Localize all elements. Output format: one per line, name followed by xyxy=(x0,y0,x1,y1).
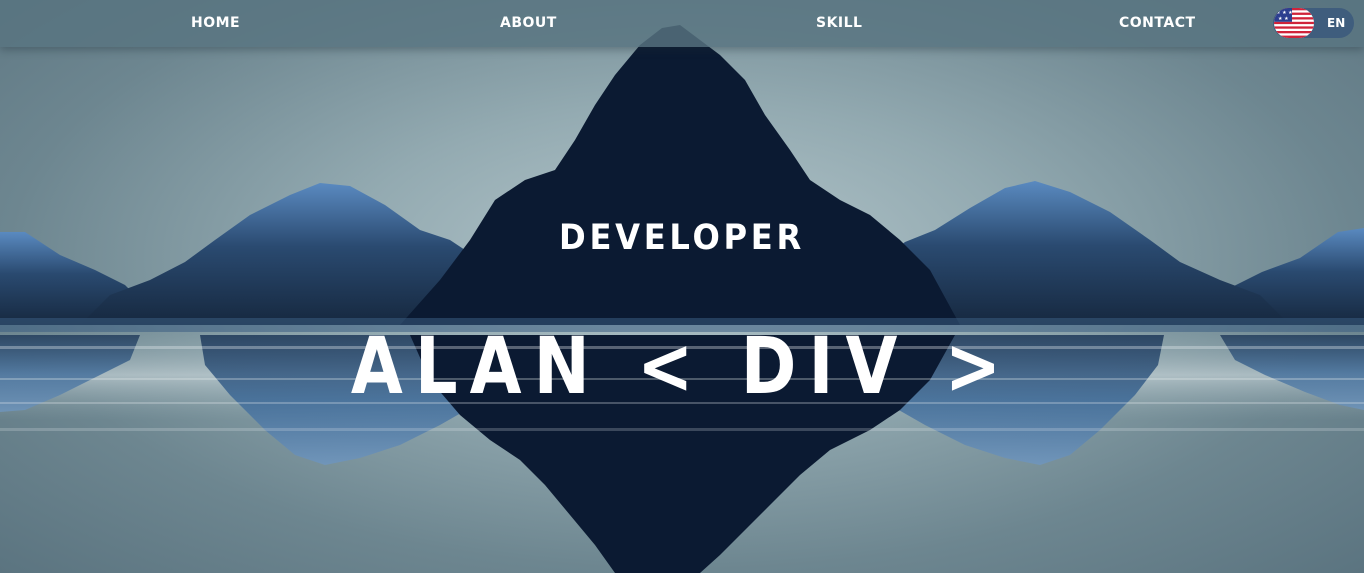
nav-contact-link[interactable]: CONTACT xyxy=(1119,0,1196,46)
nav-skill-link[interactable]: SKILL xyxy=(816,0,862,46)
language-toggle[interactable]: ★ ★ ★ ★ ★ EN xyxy=(1273,8,1354,38)
svg-text:★ ★: ★ ★ xyxy=(1278,16,1289,22)
nav-home-link[interactable]: HOME xyxy=(191,0,240,46)
hero-title: ALAN < DIV > xyxy=(350,322,1014,412)
hero-subtitle: DEVELOPER xyxy=(559,218,805,258)
page: HOME ABOUT SKILL CONTACT ★ ★ ★ ★ ★ EN DE… xyxy=(0,0,1364,573)
nav-about-link[interactable]: ABOUT xyxy=(500,0,557,46)
top-navbar: HOME ABOUT SKILL CONTACT ★ ★ ★ ★ ★ EN xyxy=(0,0,1364,47)
language-label: EN xyxy=(1327,16,1346,30)
hero-background-mountains xyxy=(0,25,1364,573)
us-flag-icon: ★ ★ ★ ★ ★ xyxy=(1274,8,1314,38)
mountain-center xyxy=(400,25,960,325)
